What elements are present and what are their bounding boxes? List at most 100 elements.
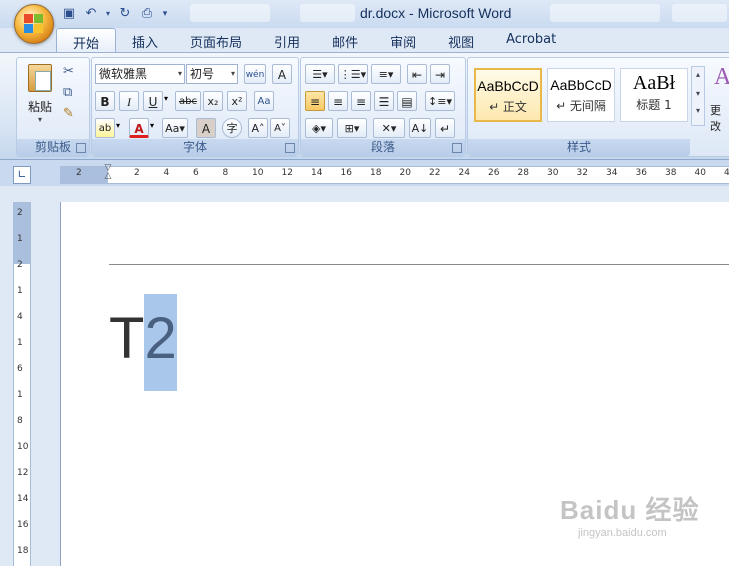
ruler-number: 8 [17,416,23,426]
chevron-down-icon: ▾ [230,69,235,78]
ruler-number: 24 [458,168,470,178]
more-styles-icon[interactable]: ▾ [692,106,704,115]
text-before: T [109,306,145,371]
phonetic-guide-button[interactable]: wén [244,64,266,84]
line-spacing-button[interactable]: ↕≡▾ [425,91,455,111]
ruler-number: 1 [17,390,23,400]
indent-marker[interactable]: ▽ △ [103,164,113,186]
style-no-spacing[interactable]: AaBbCcD ↵ 无间隔 [547,68,615,122]
ruler-number: 10 [17,442,29,452]
style-normal[interactable]: AaBbCcD ↵ 正文 [474,68,542,122]
redo-icon[interactable]: ↻ [116,5,134,23]
tab-review[interactable]: 审阅 [374,28,432,52]
increase-indent-button[interactable]: ⇥ [430,64,450,84]
strikethrough-button[interactable]: abc [175,91,201,111]
ruler-number: 6 [193,168,199,178]
ribbon-tabs: 开始 插入 页面布局 引用 邮件 审阅 视图 Acrobat [56,28,572,53]
tab-page-layout[interactable]: 页面布局 [174,28,258,52]
shrink-font-button[interactable]: A˅ [270,118,290,138]
italic-button[interactable]: I [119,91,139,111]
distributed-button[interactable]: ▤ [397,91,417,111]
styles-group: AaBbCcD ↵ 正文 AaBbCcD ↵ 无间隔 AaBł 标题 1 ▴ ▾… [467,57,729,157]
justify-button[interactable]: ☰ [374,91,394,111]
font-color-button[interactable]: A [129,118,149,138]
dialog-launcher-icon[interactable] [76,143,86,153]
multilevel-list-button[interactable]: ≡▾ [371,64,401,84]
print-preview-icon[interactable]: ⎙ [138,5,156,23]
change-styles-label[interactable]: 更改 [710,102,729,134]
font-group-label: 字体 [92,139,298,156]
chevron-down-icon[interactable]: ▾ [692,89,704,98]
ruler-number: 14 [17,494,29,504]
save-icon[interactable]: ▣ [60,5,78,23]
ruler-number: 16 [17,520,29,530]
office-button[interactable] [14,4,54,44]
paragraph-group: ☰▾ ⋮☰▾ ≡▾ ⇤ ⇥ ≡ ≡ ≡ ☰ ▤ ↕≡▾ ◈▾ ⊞▾ ✕▾ A↓ … [300,57,466,157]
ruler-number: 42 [724,168,729,178]
char-shading-button[interactable]: A [196,118,216,138]
styles-scroll[interactable]: ▴ ▾ ▾ [691,66,705,126]
enclose-char-button[interactable]: 字 [222,118,242,138]
bold-button[interactable]: B [95,91,115,111]
align-center-button[interactable]: ≡ [328,91,348,111]
document-text[interactable]: T2 [109,294,177,391]
change-styles-icon[interactable]: A [714,64,729,91]
chevron-down-icon[interactable]: ▾ [150,121,154,130]
subscript-button[interactable]: x₂ [203,91,223,111]
chevron-up-icon[interactable]: ▴ [692,70,704,79]
highlight-button[interactable]: ab [95,118,115,138]
superscript-button[interactable]: x² [227,91,247,111]
undo-dropdown-icon[interactable]: ▾ [104,5,112,23]
style-name: ↵ 正文 [489,100,527,114]
ruler-number: 12 [17,468,29,478]
chevron-down-icon[interactable]: ▾ [116,121,120,130]
clear-formatting-button[interactable]: Aa [254,91,274,111]
customize-toolbar-icon[interactable]: ▾ [160,5,170,23]
ruler-number: 36 [635,168,647,178]
align-right-button[interactable]: ≡ [351,91,371,111]
tab-view[interactable]: 视图 [432,28,490,52]
tab-acrobat[interactable]: Acrobat [490,28,572,52]
show-marks-button[interactable]: ↵ [435,118,455,138]
paste-label: 粘贴 [27,100,52,114]
shading-button[interactable]: ◈▾ [305,118,333,138]
underline-button[interactable]: U [143,91,163,111]
change-case-button[interactable]: Aa▾ [162,118,188,138]
horizontal-ruler[interactable]: 224681012141618202224262830323436384042 … [60,164,729,186]
cut-icon[interactable]: ✂ [63,64,74,79]
copy-icon[interactable]: ⧉ [63,85,72,100]
selected-text: 2 [144,294,177,391]
chinese-layout-button[interactable]: ✕▾ [373,118,405,138]
dialog-launcher-icon[interactable] [452,143,462,153]
font-name-combo[interactable]: 微软雅黑 ▾ [95,64,185,84]
vertical-ruler[interactable]: 2 1 2 1 4 1 6 1 8 10 12 14 16 18 [13,202,31,566]
style-heading-1[interactable]: AaBł 标题 1 [620,68,688,122]
format-painter-icon[interactable]: ✎ [63,106,74,121]
grow-font-button[interactable]: A˄ [248,118,268,138]
tab-references[interactable]: 引用 [258,28,316,52]
undo-icon[interactable]: ↶ [82,5,100,23]
borders-button[interactable]: ⊞▾ [337,118,367,138]
char-border-button[interactable]: A [272,64,292,84]
align-left-button[interactable]: ≡ [305,91,325,111]
sort-button[interactable]: A↓ [409,118,431,138]
tab-insert[interactable]: 插入 [116,28,174,52]
clipboard-icon [28,64,52,92]
decrease-indent-button[interactable]: ⇤ [407,64,427,84]
styles-group-label: 样式 [468,139,690,156]
font-size-combo[interactable]: 初号 ▾ [186,64,238,84]
tab-home[interactable]: 开始 [56,28,117,53]
bullets-button[interactable]: ☰▾ [305,64,335,84]
paragraph-group-label: 段落 [301,139,465,156]
tab-mailings[interactable]: 邮件 [316,28,374,52]
paste-button[interactable]: 粘贴 ▾ [23,64,57,124]
dialog-launcher-icon[interactable] [285,143,295,153]
chevron-down-icon[interactable]: ▾ [164,94,168,103]
ruler-number: 4 [17,312,23,322]
quick-access-toolbar: ▣ ↶ ▾ ↻ ⎙ ▾ [60,4,170,24]
numbering-button[interactable]: ⋮☰▾ [338,64,368,84]
ruler-number: 38 [665,168,677,178]
ruler-number: 2 [17,260,23,270]
tab-selector-icon[interactable]: ∟ [13,166,31,184]
ruler-number: 20 [399,168,411,178]
